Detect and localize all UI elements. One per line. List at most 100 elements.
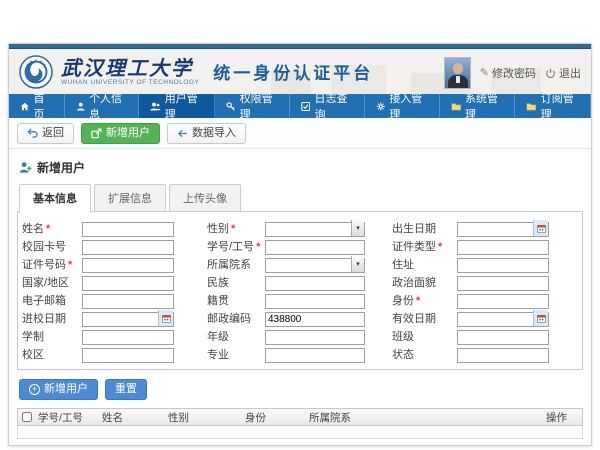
tab-upload-avatar[interactable]: 上传头像 bbox=[169, 184, 241, 212]
class-input[interactable] bbox=[457, 330, 549, 345]
auth-platform-window: 武汉理工大学 WUHAN UNIVERSITY OF TECHNOLOGY 统一… bbox=[8, 43, 592, 446]
grade-label: 年级 bbox=[207, 328, 265, 344]
main-content: 新增用户 基本信息 扩展信息 上传头像 姓名* 性别* ▾ 出生日期 校园卡号 … bbox=[9, 149, 591, 445]
id-type-input[interactable] bbox=[457, 240, 549, 255]
postal-code-label: 邮政编码 bbox=[207, 310, 265, 326]
enrollment-date-label: 进校日期 bbox=[22, 310, 82, 326]
select-all-checkbox[interactable] bbox=[22, 412, 32, 422]
name-input[interactable] bbox=[82, 222, 174, 237]
user-avatar[interactable] bbox=[444, 57, 471, 89]
nav-item-personal-info[interactable]: 个人信息 bbox=[65, 94, 140, 118]
change-password-link[interactable]: ✎ 修改密码 bbox=[480, 65, 536, 81]
nav-item-system-management[interactable]: 系统管理 bbox=[440, 94, 516, 118]
political-status-input[interactable] bbox=[457, 276, 549, 291]
identity-input[interactable] bbox=[457, 294, 549, 309]
name-label: 姓名* bbox=[22, 220, 82, 236]
status-input[interactable] bbox=[457, 348, 549, 363]
nav-item-access-management[interactable]: 接入管理 bbox=[365, 94, 440, 118]
valid-date-label: 有效日期 bbox=[392, 310, 457, 326]
add-user-icon bbox=[91, 128, 102, 139]
gender-label: 性别* bbox=[207, 220, 265, 236]
nav-item-home[interactable]: 首页 bbox=[9, 94, 65, 118]
empty-table-row bbox=[17, 426, 583, 439]
nav-item-log-query[interactable]: 日志查询 bbox=[290, 94, 365, 118]
address-label: 住址 bbox=[392, 256, 457, 272]
native-place-label: 籍贯 bbox=[207, 292, 265, 308]
col-student-id: 学号/工号 bbox=[36, 410, 100, 425]
nav-item-subscription-management[interactable]: 订阅管理 bbox=[515, 94, 591, 118]
university-name: 武汉理工大学 bbox=[61, 58, 199, 78]
campus-input[interactable] bbox=[82, 348, 174, 363]
folder-icon bbox=[451, 101, 461, 112]
chevron-down-icon[interactable]: ▾ bbox=[351, 256, 364, 272]
calendar-icon[interactable] bbox=[533, 220, 548, 236]
tab-extended-info[interactable]: 扩展信息 bbox=[94, 184, 166, 212]
university-logo-icon bbox=[19, 55, 53, 89]
id-number-label: 证件号码* bbox=[22, 256, 82, 272]
form-actions: + 新增用户 重置 bbox=[19, 379, 583, 400]
student-id-input[interactable] bbox=[265, 240, 365, 255]
basic-info-form: 姓名* 性别* ▾ 出生日期 校园卡号 学号/工号* 证件类型* 证件号码* bbox=[17, 211, 583, 370]
nav-item-user-management[interactable]: 用户管理 bbox=[139, 94, 215, 118]
country-region-input[interactable] bbox=[82, 276, 174, 291]
power-icon bbox=[545, 68, 556, 79]
col-name: 姓名 bbox=[100, 410, 166, 425]
calendar-icon[interactable] bbox=[533, 310, 548, 326]
back-button[interactable]: 返回 bbox=[17, 123, 74, 144]
grade-input[interactable] bbox=[265, 330, 365, 345]
data-import-label: 数据导入 bbox=[192, 127, 236, 140]
add-user-toolbar-button[interactable]: 新增用户 bbox=[81, 123, 160, 144]
header: 武汉理工大学 WUHAN UNIVERSITY OF TECHNOLOGY 统一… bbox=[9, 49, 591, 94]
pencil-icon: ✎ bbox=[480, 68, 489, 79]
schooling-length-input[interactable] bbox=[82, 330, 174, 345]
folder-icon bbox=[526, 101, 536, 112]
university-name-en: WUHAN UNIVERSITY OF TECHNOLOGY bbox=[61, 79, 199, 86]
change-password-label: 修改密码 bbox=[492, 65, 536, 81]
add-user-submit-button[interactable]: + 新增用户 bbox=[19, 379, 98, 400]
native-place-input[interactable] bbox=[265, 294, 365, 309]
ethnicity-label: 民族 bbox=[207, 274, 265, 290]
log-check-icon bbox=[301, 101, 311, 112]
section-title-row: 新增用户 bbox=[19, 159, 583, 176]
gender-select[interactable] bbox=[265, 222, 365, 237]
back-arrow-icon bbox=[27, 128, 38, 138]
campus-card-input[interactable] bbox=[82, 240, 174, 255]
main-nav: 首页 个人信息 用户管理 权限管理 日志查询 bbox=[9, 94, 591, 118]
major-label: 专业 bbox=[207, 346, 265, 362]
political-status-label: 政治面貌 bbox=[392, 274, 457, 290]
section-title: 新增用户 bbox=[37, 159, 85, 176]
back-label: 返回 bbox=[42, 127, 64, 140]
email-input[interactable] bbox=[82, 294, 174, 309]
id-number-input[interactable] bbox=[82, 258, 174, 273]
logout-label: 退出 bbox=[559, 65, 581, 81]
col-operation: 操作 bbox=[544, 410, 582, 425]
nav-item-permission-management[interactable]: 权限管理 bbox=[215, 94, 290, 118]
department-select[interactable] bbox=[265, 258, 365, 273]
reset-button[interactable]: 重置 bbox=[105, 379, 147, 400]
add-user-submit-label: 新增用户 bbox=[44, 383, 88, 396]
major-input[interactable] bbox=[265, 348, 365, 363]
calendar-icon[interactable] bbox=[158, 310, 173, 326]
add-user-section-icon bbox=[19, 161, 32, 174]
tab-basic-info[interactable]: 基本信息 bbox=[19, 184, 91, 213]
student-id-label: 学号/工号* bbox=[207, 238, 265, 254]
form-tabs: 基本信息 扩展信息 上传头像 bbox=[19, 184, 583, 212]
status-label: 状态 bbox=[392, 346, 457, 362]
logout-link[interactable]: 退出 bbox=[545, 65, 581, 81]
postal-code-input[interactable] bbox=[265, 312, 365, 327]
user-table-header: 学号/工号 姓名 性别 身份 所属院系 操作 bbox=[17, 408, 583, 426]
department-label: 所属院系 bbox=[207, 256, 265, 272]
add-user-toolbar-label: 新增用户 bbox=[106, 127, 150, 140]
platform-title: 统一身份认证平台 bbox=[213, 59, 373, 84]
user-icon bbox=[76, 101, 86, 112]
schooling-length-label: 学制 bbox=[22, 328, 82, 344]
country-region-label: 国家/地区 bbox=[22, 274, 82, 290]
gear-icon bbox=[376, 101, 386, 112]
ethnicity-input[interactable] bbox=[265, 276, 365, 291]
header-user-area: ✎ 修改密码 退出 bbox=[444, 57, 581, 89]
address-input[interactable] bbox=[457, 258, 549, 273]
home-icon bbox=[20, 101, 30, 112]
data-import-button[interactable]: 数据导入 bbox=[167, 123, 246, 144]
col-identity: 身份 bbox=[243, 410, 307, 425]
chevron-down-icon[interactable]: ▾ bbox=[351, 220, 364, 236]
